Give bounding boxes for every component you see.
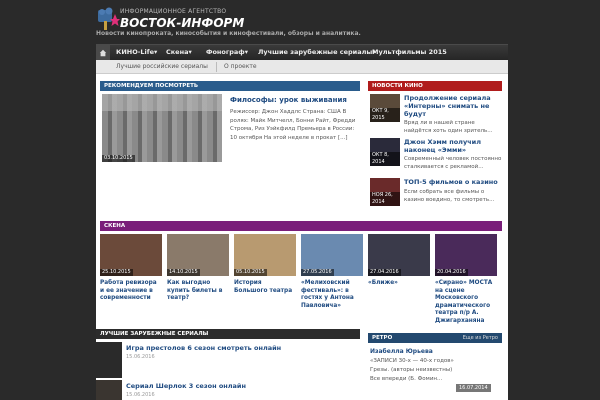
scene-date: 27.04.2016 [368, 269, 401, 276]
featured-title[interactable]: Философы: урок выживания [230, 96, 347, 104]
scene-title[interactable]: История Большого театра [234, 280, 296, 295]
retro-more-link[interactable]: Еще из Ретро [463, 333, 498, 343]
series-date: 15.06.2016 [126, 392, 155, 398]
subnav-item-about[interactable]: О проекте [218, 60, 263, 74]
scene-date: 25.10.2015 [100, 269, 133, 276]
scene-date: 05.10.2015 [234, 269, 267, 276]
retro-date: 16.07.2014 [456, 384, 491, 392]
nav-item-skena[interactable]: Скена▾ [160, 45, 198, 61]
series-thumbnail[interactable] [96, 342, 122, 378]
nav-item-foreign-series[interactable]: Лучшие зарубежные сериалы▾ [252, 45, 382, 61]
featured-excerpt: Режиссер: Джон Хаддлс Страна: США В роля… [230, 109, 356, 141]
series-heading: ЛУЧШИЕ ЗАРУБЕЖНЫЕ СЕРИАЛЫ [96, 329, 360, 339]
main-content: РЕКОМЕНДУЕМ ПОСМОТРЕТЬ 03.10.2015 Филосо… [96, 74, 508, 400]
featured-heading: РЕКОМЕНДУЕМ ПОСМОТРЕТЬ [100, 81, 360, 91]
news-date: ОКТ 9, 2015 [370, 108, 400, 122]
film-star-logo-icon [98, 7, 120, 30]
scene-title[interactable]: Как выгодно купить билеты в театр? [167, 280, 229, 303]
scene-date: 27.05.2016 [301, 269, 334, 276]
featured-date: 03.10.2015 [102, 155, 135, 162]
retro-line: «ЗАПИСИ 30-х — 40-х годов» [370, 358, 454, 364]
logo-subtitle: ИНФОРМАЦИОННОЕ АГЕНТСТВО [120, 8, 227, 15]
news-item[interactable]: ОКТ 9, 2015 Продолжение сериала «Интерны… [368, 94, 502, 134]
site-tagline: Новости кинопроката, кинособытия и киноф… [96, 30, 361, 37]
news-title[interactable]: Продолжение сериала «Интерны» снимать не… [404, 94, 502, 118]
subnav-item-russian-series[interactable]: Лучшие российские сериалы [110, 60, 214, 74]
series-date: 15.06.2016 [126, 354, 155, 360]
nav-item-cartoons-2015[interactable]: Мультфильмы 2015 [366, 45, 453, 61]
scene-date: 14.10.2015 [167, 269, 200, 276]
scene-title[interactable]: «Ближе» [368, 280, 430, 288]
news-item[interactable]: НОЯ 26, 2014 ТОП-5 фильмов о казино Если… [368, 178, 502, 212]
nav-item-fonograf[interactable]: Фонограф▾ [200, 45, 254, 61]
site-logo[interactable]: ИНФОРМАЦИОННОЕ АГЕНТСТВО ВОСТОК-ИНФОРМ [96, 6, 244, 30]
featured-image-overlay [102, 94, 222, 162]
logo-title: ВОСТОК-ИНФОРМ [120, 16, 245, 30]
news-date: ОКТ 8, 2014 [370, 152, 400, 166]
scene-title[interactable]: «Сирано» МОСТА на сцене Московского драм… [435, 280, 497, 325]
retro-heading-label: РЕТРО [372, 335, 393, 341]
series-title[interactable]: Сериал Шерлок 3 сезон онлайн [126, 382, 246, 390]
series-item[interactable]: Сериал Шерлок 3 сезон онлайн 15.06.2016 [96, 380, 356, 400]
scene-date: 20.04.2016 [435, 269, 468, 276]
series-thumbnail[interactable] [96, 380, 122, 400]
retro-heading: РЕТРО Еще из Ретро [368, 333, 502, 343]
main-nav: КИНО-Life▾ Скена▾ Фонограф▾ Лучшие заруб… [96, 44, 508, 61]
subnav-divider [216, 62, 217, 72]
retro-line: Грезы. (авторы неизвестны) [370, 367, 453, 373]
home-icon[interactable] [96, 45, 110, 61]
news-title[interactable]: ТОП-5 фильмов о казино [404, 178, 502, 186]
scene-heading: СКЕНА [100, 221, 502, 231]
news-excerpt: Современный человек постоянно сталкивает… [404, 156, 502, 170]
series-title[interactable]: Игра престолов 6 сезон смотреть онлайн [126, 344, 281, 352]
sub-nav: Лучшие российские сериалы О проекте [96, 60, 508, 74]
news-date: НОЯ 26, 2014 [370, 192, 400, 206]
series-item[interactable]: Игра престолов 6 сезон смотреть онлайн 1… [96, 342, 356, 380]
retro-author[interactable]: Изабелла Юрьева [370, 348, 433, 355]
news-excerpt: Если собрать все фильмы о казино воедино… [404, 189, 495, 203]
scene-title[interactable]: «Мелиховский фестиваль»: в гостях у Анто… [301, 280, 363, 310]
scene-title[interactable]: Работа ревизора и ее значение в современ… [100, 280, 162, 303]
news-heading: НОВОСТИ КИНО [368, 81, 502, 91]
news-excerpt: Вряд ли в нашей стране найдётся хоть оди… [404, 120, 493, 134]
retro-line: Все впереди (Б. Фомин... [370, 376, 443, 382]
news-title[interactable]: Джон Хэмм получил наконец «Эмми» [404, 138, 502, 154]
news-item[interactable]: ОКТ 8, 2014 Джон Хэмм получил наконец «Э… [368, 138, 502, 172]
site-header: ИНФОРМАЦИОННОЕ АГЕНТСТВО ВОСТОК-ИНФОРМ Н… [0, 0, 600, 44]
nav-item-kino-life[interactable]: КИНО-Life▾ [110, 45, 163, 61]
